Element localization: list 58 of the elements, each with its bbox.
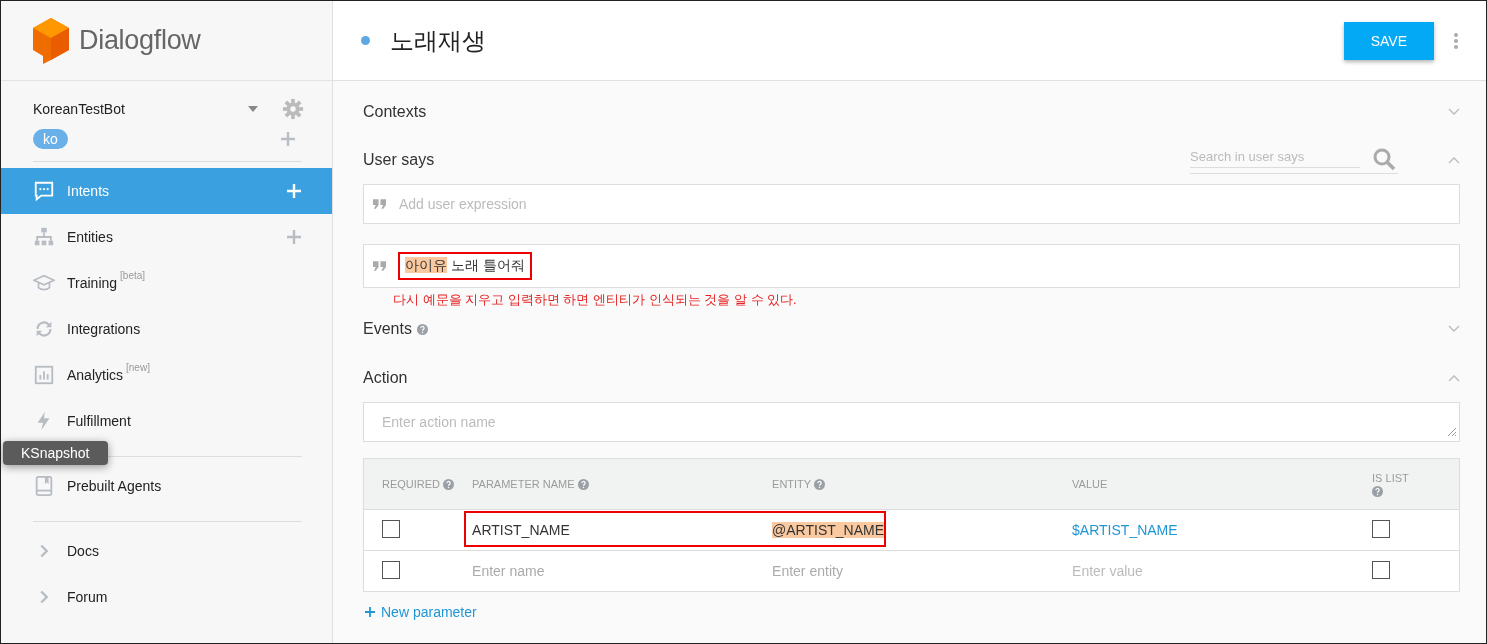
chevron-up-icon[interactable] — [1448, 374, 1460, 382]
nav-item[interactable]: Integrations — [33, 318, 141, 340]
nav-item[interactable]: Forum — [33, 586, 108, 608]
checkbox[interactable] — [1372, 560, 1391, 579]
more-menu-icon[interactable] — [1454, 32, 1458, 49]
help-icon[interactable] — [416, 323, 428, 335]
quote-icon — [373, 199, 386, 209]
bar-chart-icon — [33, 364, 55, 386]
settings-icon[interactable] — [282, 98, 304, 120]
checkbox[interactable] — [382, 519, 400, 538]
column-header: REQUIRED — [382, 478, 441, 490]
agent-name[interactable]: KoreanTestBot — [33, 101, 248, 117]
chat-icon — [33, 180, 55, 202]
nav-item[interactable]: Entities — [33, 226, 113, 248]
table-cell: ARTIST_NAME — [472, 522, 570, 538]
help-icon[interactable] — [577, 478, 589, 490]
nav-item[interactable]: Analytics [new] — [33, 364, 150, 386]
status-dot-icon — [361, 36, 370, 45]
help-icon[interactable] — [1372, 485, 1384, 497]
section-title[interactable]: Action — [363, 369, 408, 387]
quote-icon — [373, 261, 386, 271]
help-icon[interactable] — [814, 478, 826, 490]
brand-name: Dialogflow — [79, 25, 201, 56]
search-icon[interactable] — [1372, 146, 1396, 171]
nav-item[interactable]: Prebuilt Agents — [33, 475, 162, 497]
checkbox[interactable] — [1372, 519, 1391, 538]
training-phrase[interactable]: 아이유 노래 틀어줘 — [398, 252, 532, 280]
column-header: PARAMETER NAME — [472, 478, 575, 490]
action-name-input[interactable]: Enter action name — [363, 402, 1460, 442]
book-icon — [33, 475, 55, 497]
entity-tag: @ARTIST_NAME — [772, 522, 885, 538]
tooltip: KSnapshot — [3, 441, 108, 465]
section-title[interactable]: Events — [363, 320, 412, 338]
column-header: VALUE — [1072, 478, 1108, 490]
hierarchy-icon — [33, 226, 55, 248]
intent-title: 노래재생 — [390, 25, 487, 56]
help-icon[interactable] — [443, 478, 455, 490]
nav-item[interactable]: Fulfillment — [33, 410, 131, 432]
nav-item[interactable]: Docs — [33, 540, 99, 562]
annotation-note: 다시 예문을 지우고 입력하면 하면 엔티티가 인식되는 것을 알 수 있다. — [393, 292, 797, 307]
cube-logo-icon — [33, 17, 69, 64]
add-icon[interactable] — [280, 131, 296, 147]
table-cell: $ARTIST_NAME — [1072, 522, 1178, 538]
add-icon[interactable] — [286, 229, 302, 245]
chevron-down-icon[interactable] — [1448, 108, 1460, 116]
resize-grip-icon[interactable] — [1447, 427, 1457, 437]
section-title[interactable]: User says — [363, 151, 435, 169]
column-header: ENTITY — [772, 478, 812, 490]
chevron-down-icon[interactable] — [1448, 325, 1460, 333]
add-icon — [365, 607, 375, 617]
section-title[interactable]: Contexts — [363, 103, 427, 121]
search-field[interactable]: Search in user says — [1190, 149, 1360, 168]
dropdown-caret-icon[interactable] — [248, 106, 258, 112]
column-header: IS LIST — [1372, 471, 1409, 484]
checkbox[interactable] — [382, 560, 400, 579]
nav-item[interactable]: Training [beta] — [33, 272, 146, 294]
expression-input[interactable]: Add user expression — [363, 184, 1460, 224]
chevron-up-icon[interactable] — [1448, 156, 1460, 164]
